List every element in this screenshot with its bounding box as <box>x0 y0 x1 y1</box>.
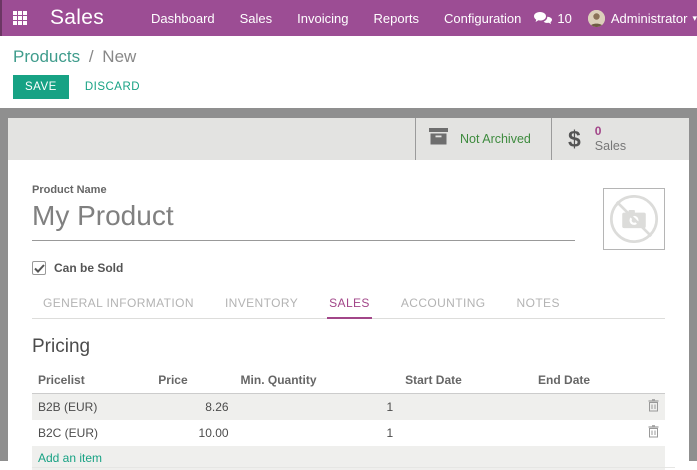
user-avatar[interactable] <box>588 10 605 27</box>
cell-start-date <box>399 420 532 446</box>
col-header-start-date: Start Date <box>399 367 532 394</box>
col-header-min-quantity: Min. Quantity <box>235 367 400 394</box>
trash-icon <box>648 425 659 438</box>
sales-stat-label: Sales <box>595 139 626 154</box>
col-header-end-date: End Date <box>532 367 640 394</box>
product-name-input[interactable] <box>32 196 575 241</box>
archive-label: Not Archived <box>460 132 531 146</box>
notebook-tabs: GENERAL INFORMATION INVENTORY SALES ACCO… <box>32 288 665 319</box>
form-frame: Not Archived $ 0 Sales Product Name <box>0 108 697 461</box>
messages-count[interactable]: 10 <box>557 11 571 26</box>
cell-pricelist: B2C (EUR) <box>32 420 152 446</box>
sales-stat-value: 0 <box>595 124 626 138</box>
col-header-pricelist: Pricelist <box>32 367 152 394</box>
cell-price: 8.26 <box>152 394 234 421</box>
cell-price: 10.00 <box>152 420 234 446</box>
breadcrumb-current: New <box>102 47 136 66</box>
delete-row-button[interactable] <box>648 425 659 438</box>
archive-toggle-button[interactable]: Not Archived <box>415 118 551 160</box>
menu-configuration[interactable]: Configuration <box>444 11 521 26</box>
main-menu: Dashboard Sales Invoicing Reports Config… <box>151 11 521 26</box>
can-be-sold-label: Can be Sold <box>54 261 123 275</box>
menu-reports[interactable]: Reports <box>373 11 419 26</box>
tab-accounting[interactable]: ACCOUNTING <box>399 288 488 318</box>
messages-icon[interactable] <box>533 11 552 26</box>
product-form-sheet: Not Archived $ 0 Sales Product Name <box>8 118 689 461</box>
cell-end-date <box>532 394 640 421</box>
stat-button-box: Not Archived $ 0 Sales <box>8 118 689 160</box>
delete-row-button[interactable] <box>648 399 659 412</box>
table-row[interactable]: B2C (EUR) 10.00 1 <box>32 420 665 446</box>
tab-sales[interactable]: SALES <box>327 288 372 319</box>
apps-menu-icon[interactable] <box>13 11 27 25</box>
checkmark-icon <box>34 264 45 273</box>
menu-dashboard[interactable]: Dashboard <box>151 11 215 26</box>
menu-sales[interactable]: Sales <box>240 11 273 26</box>
sheet-body: Product Name <box>8 160 689 470</box>
save-button[interactable]: SAVE <box>13 75 69 99</box>
control-panel: Products / New SAVE DISCARD <box>0 36 697 108</box>
no-camera-icon <box>605 190 663 248</box>
col-header-price: Price <box>152 367 234 394</box>
breadcrumb: Products / New <box>13 47 697 67</box>
breadcrumb-separator: / <box>89 47 94 66</box>
product-name-label: Product Name <box>32 184 575 196</box>
cell-pricelist: B2B (EUR) <box>32 394 152 421</box>
cell-end-date <box>532 420 640 446</box>
pricing-section-title: Pricing <box>32 336 665 358</box>
can-be-sold-checkbox[interactable] <box>32 261 46 275</box>
breadcrumb-products-link[interactable]: Products <box>13 47 80 66</box>
top-navbar: Sales Dashboard Sales Invoicing Reports … <box>0 0 697 36</box>
tab-inventory[interactable]: INVENTORY <box>223 288 300 318</box>
pricing-table: Pricelist Price Min. Quantity Start Date… <box>32 367 665 470</box>
user-menu[interactable]: Administrator <box>611 11 688 26</box>
trash-icon <box>648 399 659 412</box>
cell-min-quantity: 1 <box>235 394 400 421</box>
app-title: Sales <box>50 6 104 30</box>
tab-notes[interactable]: NOTES <box>515 288 562 318</box>
dollar-icon: $ <box>568 128 581 151</box>
product-image-placeholder[interactable] <box>603 188 665 250</box>
archive-box-icon <box>428 128 449 150</box>
pricing-table-header: Pricelist Price Min. Quantity Start Date… <box>32 367 665 394</box>
section-divider <box>32 467 675 468</box>
tab-general-information[interactable]: GENERAL INFORMATION <box>41 288 196 318</box>
table-row[interactable]: B2B (EUR) 8.26 1 <box>32 394 665 421</box>
action-buttons: SAVE DISCARD <box>13 75 697 99</box>
user-menu-caret-icon[interactable]: ▾ <box>692 13 697 24</box>
navbar-right: 10 Administrator ▾ <box>533 10 697 27</box>
cell-start-date <box>399 394 532 421</box>
menu-invoicing[interactable]: Invoicing <box>297 11 348 26</box>
cell-min-quantity: 1 <box>235 420 400 446</box>
discard-button[interactable]: DISCARD <box>77 75 148 99</box>
sales-stat-button[interactable]: $ 0 Sales <box>551 118 689 160</box>
